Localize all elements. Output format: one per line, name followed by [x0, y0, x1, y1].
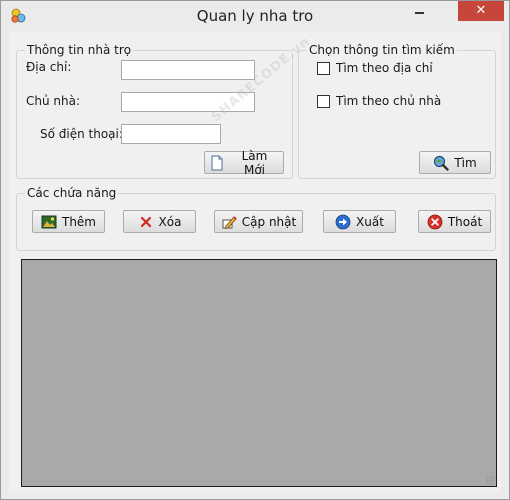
search-button[interactable]: Tìm	[419, 151, 491, 174]
search-group-title: Chọn thông tin tìm kiếm	[307, 43, 457, 57]
delete-button-label: Xóa	[158, 214, 182, 229]
info-groupbox: Thông tin nhà trọ Địa chỉ: Chủ nhà: Số đ…	[16, 43, 293, 179]
document-icon	[211, 155, 223, 170]
exit-button-label: Thoát	[447, 214, 483, 229]
refresh-button[interactable]: Làm Mới	[204, 148, 284, 177]
update-button-label: Cập nhật	[241, 214, 297, 229]
functions-group-title: Các chứa năng	[25, 186, 119, 200]
add-button-label: Thêm	[61, 214, 96, 229]
update-button[interactable]: Cập nhật	[214, 210, 303, 233]
search-by-address-checkbox[interactable]: Tìm theo địa chỉ	[317, 61, 433, 75]
red-x-icon	[140, 216, 151, 227]
main-window: Quan ly nha tro ✕ Thông tin nhà trọ Địa …	[0, 0, 510, 500]
checkbox-box[interactable]	[317, 94, 330, 108]
search-button-label: Tìm	[454, 155, 477, 170]
search-by-owner-checkbox[interactable]: Tìm theo chủ nhà	[317, 94, 441, 108]
export-button[interactable]: Xuất	[323, 210, 396, 233]
refresh-button-label: Làm Mới	[241, 148, 268, 177]
address-input[interactable]	[121, 60, 255, 80]
title-bar[interactable]: Quan ly nha tro ✕	[1, 1, 509, 32]
client-area: Thông tin nhà trọ Địa chỉ: Chủ nhà: Số đ…	[9, 32, 501, 493]
checkbox-box[interactable]	[317, 61, 330, 75]
owner-label: Chủ nhà:	[26, 94, 81, 108]
address-label: Địa chỉ:	[26, 60, 72, 74]
magnifier-globe-icon	[434, 155, 450, 171]
red-circle-x-icon	[427, 214, 443, 229]
search-by-address-label: Tìm theo địa chỉ	[336, 61, 433, 75]
phone-input[interactable]	[121, 124, 221, 144]
info-group-title: Thông tin nhà trọ	[25, 43, 134, 57]
resize-grip-icon[interactable]	[486, 476, 494, 484]
data-grid[interactable]	[21, 259, 497, 487]
owner-input[interactable]	[121, 92, 255, 112]
add-button[interactable]: Thêm	[32, 210, 105, 233]
edit-pencil-icon	[222, 215, 237, 229]
minimize-icon	[415, 12, 424, 14]
blue-arrow-icon	[335, 214, 351, 229]
search-groupbox: Chọn thông tin tìm kiếm Tìm theo địa chỉ…	[298, 43, 496, 179]
functions-groupbox: Các chứa năng Thêm Xóa Cập nhật Xuất Tho…	[16, 186, 496, 251]
exit-button[interactable]: Thoát	[418, 210, 491, 233]
export-button-label: Xuất	[356, 214, 384, 229]
phone-label: Số điện thoại:	[40, 127, 123, 141]
close-button[interactable]: ✕	[458, 1, 504, 21]
add-record-icon	[41, 215, 57, 228]
search-by-owner-label: Tìm theo chủ nhà	[336, 94, 442, 108]
delete-button[interactable]: Xóa	[123, 210, 196, 233]
minimize-button[interactable]	[406, 1, 433, 21]
